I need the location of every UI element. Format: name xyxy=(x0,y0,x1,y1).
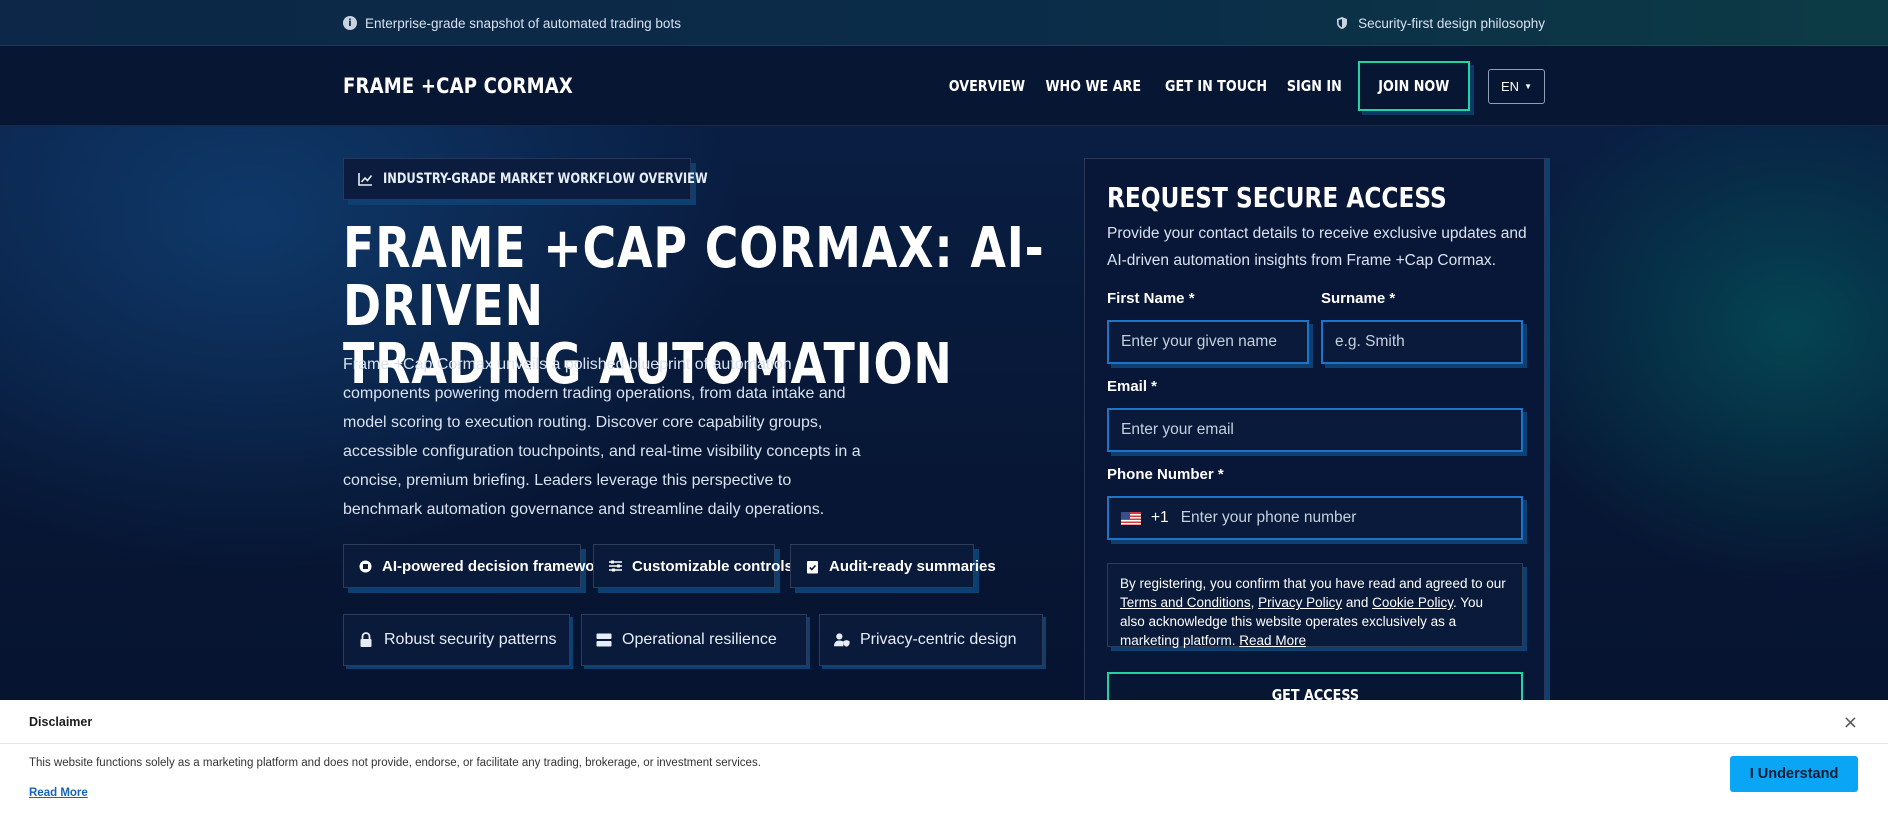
feature-label: Privacy-centric design xyxy=(860,631,1017,648)
chevron-down-icon: ▼ xyxy=(1524,81,1532,91)
understand-button[interactable]: I Understand xyxy=(1730,756,1858,792)
top-info-left: i Enterprise-grade snapshot of automated… xyxy=(343,0,681,46)
nav-who-we-are[interactable]: WHO WE ARE xyxy=(1046,77,1142,95)
surname-field[interactable]: e.g. Smith xyxy=(1321,320,1523,364)
first-name-label: First Name * xyxy=(1107,290,1195,307)
feature-privacy: Privacy-centric design xyxy=(819,614,1043,666)
nav-menu: OVERVIEW WHO WE ARE GET IN TOUCH SIGN IN… xyxy=(948,46,1545,126)
chip-label: AI-powered decision framework xyxy=(382,557,609,575)
feature-security: Robust security patterns xyxy=(343,614,570,666)
disclaimer-title: Disclaimer xyxy=(0,700,1888,744)
chip-customizable-controls: Customizable controls xyxy=(593,544,793,588)
us-flag-icon[interactable] xyxy=(1121,511,1141,525)
feature-label: Robust security patterns xyxy=(384,631,557,648)
nav-sign-in[interactable]: SIGN IN xyxy=(1287,77,1342,95)
hero-badge: INDUSTRY-GRADE MARKET WORKFLOW OVERVIEW xyxy=(343,158,708,200)
chart-line-icon xyxy=(357,171,373,187)
sliders-icon xyxy=(607,558,623,574)
top-info-right: Security-first design philosophy xyxy=(1334,0,1545,46)
terms-link[interactable]: Terms and Conditions xyxy=(1120,595,1251,610)
surname-label: Surname * xyxy=(1321,290,1396,307)
terms-read-more-link[interactable]: Read More xyxy=(1239,633,1306,648)
phone-label: Phone Number * xyxy=(1107,466,1224,483)
feature-resilience: Operational resilience xyxy=(581,614,807,666)
email-placeholder: Enter your email xyxy=(1121,421,1234,438)
terms-text: By registering, you confirm that you hav… xyxy=(1120,576,1506,591)
phone-country-code[interactable]: +1 xyxy=(1151,509,1169,527)
surname-placeholder: e.g. Smith xyxy=(1335,333,1405,350)
cookie-link[interactable]: Cookie Policy xyxy=(1372,595,1453,610)
terms-comma: , xyxy=(1250,595,1259,610)
language-label: EN xyxy=(1501,78,1520,94)
clipboard-check-icon xyxy=(804,558,820,574)
security-text: Security-first design philosophy xyxy=(1358,15,1545,31)
close-icon[interactable]: × xyxy=(1843,712,1858,733)
chip-audit-summaries: Audit-ready summaries xyxy=(790,544,996,588)
info-icon: i xyxy=(343,16,357,30)
feature-label: Operational resilience xyxy=(622,631,777,648)
disclaimer-text: This website functions solely as a marke… xyxy=(29,757,761,769)
disclaimer-banner: Disclaimer × This website functions sole… xyxy=(0,700,1888,818)
chip-label: Audit-ready summaries xyxy=(829,557,996,575)
terms-and: and xyxy=(1342,595,1373,610)
join-now-button[interactable]: JOIN NOW xyxy=(1358,61,1471,111)
hero-badge-text: INDUSTRY-GRADE MARKET WORKFLOW OVERVIEW xyxy=(383,171,708,187)
join-now-label: JOIN NOW xyxy=(1378,77,1450,95)
chip-ai-framework: AI-powered decision framework xyxy=(343,544,609,588)
hero-description: Frame +Cap Cormax unveils a polished blu… xyxy=(343,356,861,518)
site-logo[interactable]: FRAME +CAP CORMAX xyxy=(343,46,573,126)
top-info-text: Enterprise-grade snapshot of automated t… xyxy=(365,15,681,31)
chip-label: Customizable controls xyxy=(632,557,793,575)
email-label: Email * xyxy=(1107,378,1158,395)
hero-title-line-1: FRAME +CAP CORMAX: AI-DRIVEN xyxy=(343,216,1045,339)
form-title: REQUEST SECURE ACCESS xyxy=(1107,181,1447,214)
email-field[interactable]: Enter your email xyxy=(1107,408,1523,452)
privacy-link[interactable]: Privacy Policy xyxy=(1258,595,1342,610)
phone-placeholder: Enter your phone number xyxy=(1180,509,1357,526)
main-navbar: FRAME +CAP CORMAX OVERVIEW WHO WE ARE GE… xyxy=(0,46,1888,126)
form-subtitle: Provide your contact details to receive … xyxy=(1107,225,1527,269)
nav-overview[interactable]: OVERVIEW xyxy=(948,77,1024,95)
phone-field[interactable]: +1 Enter your phone number xyxy=(1107,496,1523,540)
user-shield-icon xyxy=(834,632,850,648)
top-info-bar: i Enterprise-grade snapshot of automated… xyxy=(0,0,1888,46)
first-name-placeholder: Enter your given name xyxy=(1121,333,1277,350)
nav-get-in-touch[interactable]: GET IN TOUCH xyxy=(1165,77,1267,95)
lock-icon xyxy=(358,632,374,648)
terms-notice: By registering, you confirm that you hav… xyxy=(1107,563,1523,648)
first-name-field[interactable]: Enter your given name xyxy=(1107,320,1309,364)
access-form-card: REQUEST SECURE ACCESS Provide your conta… xyxy=(1084,158,1545,718)
disclaimer-read-more-link[interactable]: Read More xyxy=(29,787,88,799)
server-icon xyxy=(596,632,612,648)
shield-icon xyxy=(1334,15,1350,31)
language-selector[interactable]: EN ▼ xyxy=(1488,68,1545,104)
chip-cpu-icon xyxy=(357,558,373,574)
